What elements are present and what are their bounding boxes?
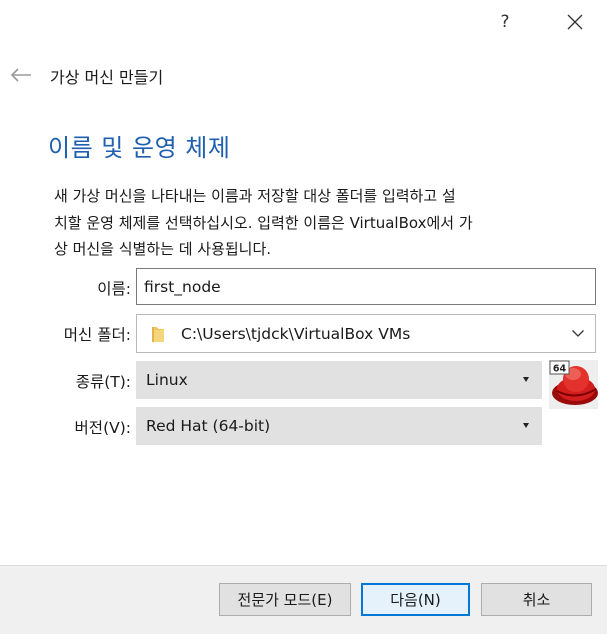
description: 새 가상 머신을 나타내는 이름과 저장할 대상 폴더를 입력하고 설 치할 운…: [54, 183, 584, 263]
wizard-title: 가상 머신 만들기: [50, 68, 164, 87]
back-button[interactable]: [8, 62, 34, 88]
arrow-left-icon: [10, 68, 31, 82]
version-value: Red Hat (64-bit): [146, 417, 271, 435]
description-line: 치할 운영 체제를 선택하십시오. 입력한 이름은 VirtualBox에서 가: [54, 213, 473, 232]
dropdown-arrow-icon: [523, 423, 529, 428]
name-label: 이름:: [97, 280, 131, 298]
description-line: 상 머신을 식별하는 데 사용됩니다.: [54, 240, 272, 258]
folder-icon: [151, 325, 165, 343]
cancel-button[interactable]: 취소: [481, 583, 592, 616]
version-label: 버전(V):: [74, 419, 131, 437]
os-type-icon: 64: [549, 360, 598, 409]
close-button[interactable]: [560, 8, 590, 36]
expert-mode-button[interactable]: 전문가 모드(E): [219, 583, 351, 616]
machine-folder-label: 머신 폴더:: [63, 326, 131, 344]
description-line: 새 가상 머신을 나타내는 이름과 저장할 대상 폴더를 입력하고 설: [54, 187, 456, 205]
machine-folder-value: C:\Users\tjdck\VirtualBox VMs: [181, 324, 411, 343]
close-icon: [567, 14, 583, 30]
os-icon-badge: 64: [553, 364, 567, 375]
dropdown-arrow-icon: [523, 377, 529, 382]
type-label: 종류(T):: [75, 373, 131, 391]
type-select[interactable]: Linux: [136, 361, 542, 399]
version-select[interactable]: Red Hat (64-bit): [136, 407, 542, 445]
type-value: Linux: [146, 371, 188, 389]
machine-folder-select[interactable]: C:\Users\tjdck\VirtualBox VMs: [136, 314, 596, 353]
page-title: 이름 및 운영 체제: [48, 134, 231, 162]
chevron-down-icon: [572, 330, 584, 337]
next-button[interactable]: 다음(N): [361, 583, 470, 616]
help-button[interactable]: ?: [490, 8, 520, 36]
name-input[interactable]: [136, 268, 596, 305]
